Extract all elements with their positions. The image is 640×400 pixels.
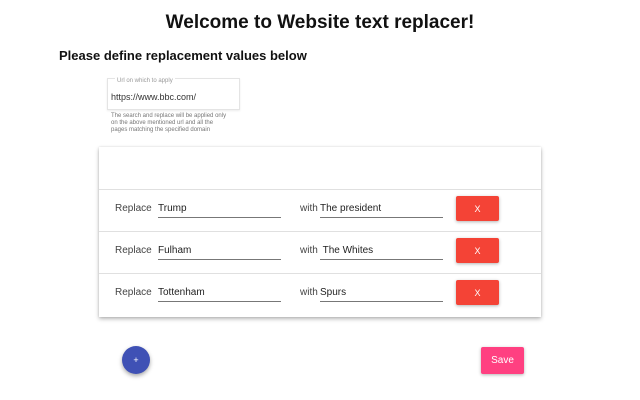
- delete-rule-button[interactable]: X: [456, 196, 499, 221]
- rule-row: Replace with X: [99, 189, 541, 232]
- page-title: Welcome to Website text replacer!: [165, 12, 475, 33]
- replacement-text-input[interactable]: [320, 241, 443, 260]
- card-header: [99, 147, 541, 190]
- url-field-container: Url on which to apply: [107, 78, 240, 110]
- plus-icon: +: [133, 355, 139, 365]
- with-label: with: [300, 203, 318, 214]
- replacement-text-input[interactable]: [320, 283, 443, 302]
- page: Welcome to Website text replacer! Please…: [0, 0, 640, 400]
- replace-label: Replace: [115, 203, 152, 214]
- url-help-text: The search and replace will be applied o…: [111, 113, 227, 133]
- replace-label: Replace: [115, 245, 152, 256]
- add-rule-button[interactable]: +: [122, 346, 150, 374]
- replacement-rules-card: Replace with X Replace with X Replace wi…: [99, 147, 541, 317]
- rule-row: Replace with X: [99, 231, 541, 274]
- with-label: with: [300, 245, 318, 256]
- search-text-input[interactable]: [158, 241, 281, 260]
- rule-row: Replace with X: [99, 273, 541, 315]
- url-input[interactable]: [111, 90, 231, 104]
- search-text-input[interactable]: [158, 199, 281, 218]
- url-field-label: Url on which to apply: [115, 78, 175, 84]
- page-subtitle: Please define replacement values below: [59, 48, 307, 63]
- save-button[interactable]: Save: [481, 347, 524, 374]
- replacement-text-input[interactable]: [320, 199, 443, 218]
- delete-rule-button[interactable]: X: [456, 238, 499, 263]
- search-text-input[interactable]: [158, 283, 281, 302]
- replace-label: Replace: [115, 287, 152, 298]
- with-label: with: [300, 287, 318, 298]
- delete-rule-button[interactable]: X: [456, 280, 499, 305]
